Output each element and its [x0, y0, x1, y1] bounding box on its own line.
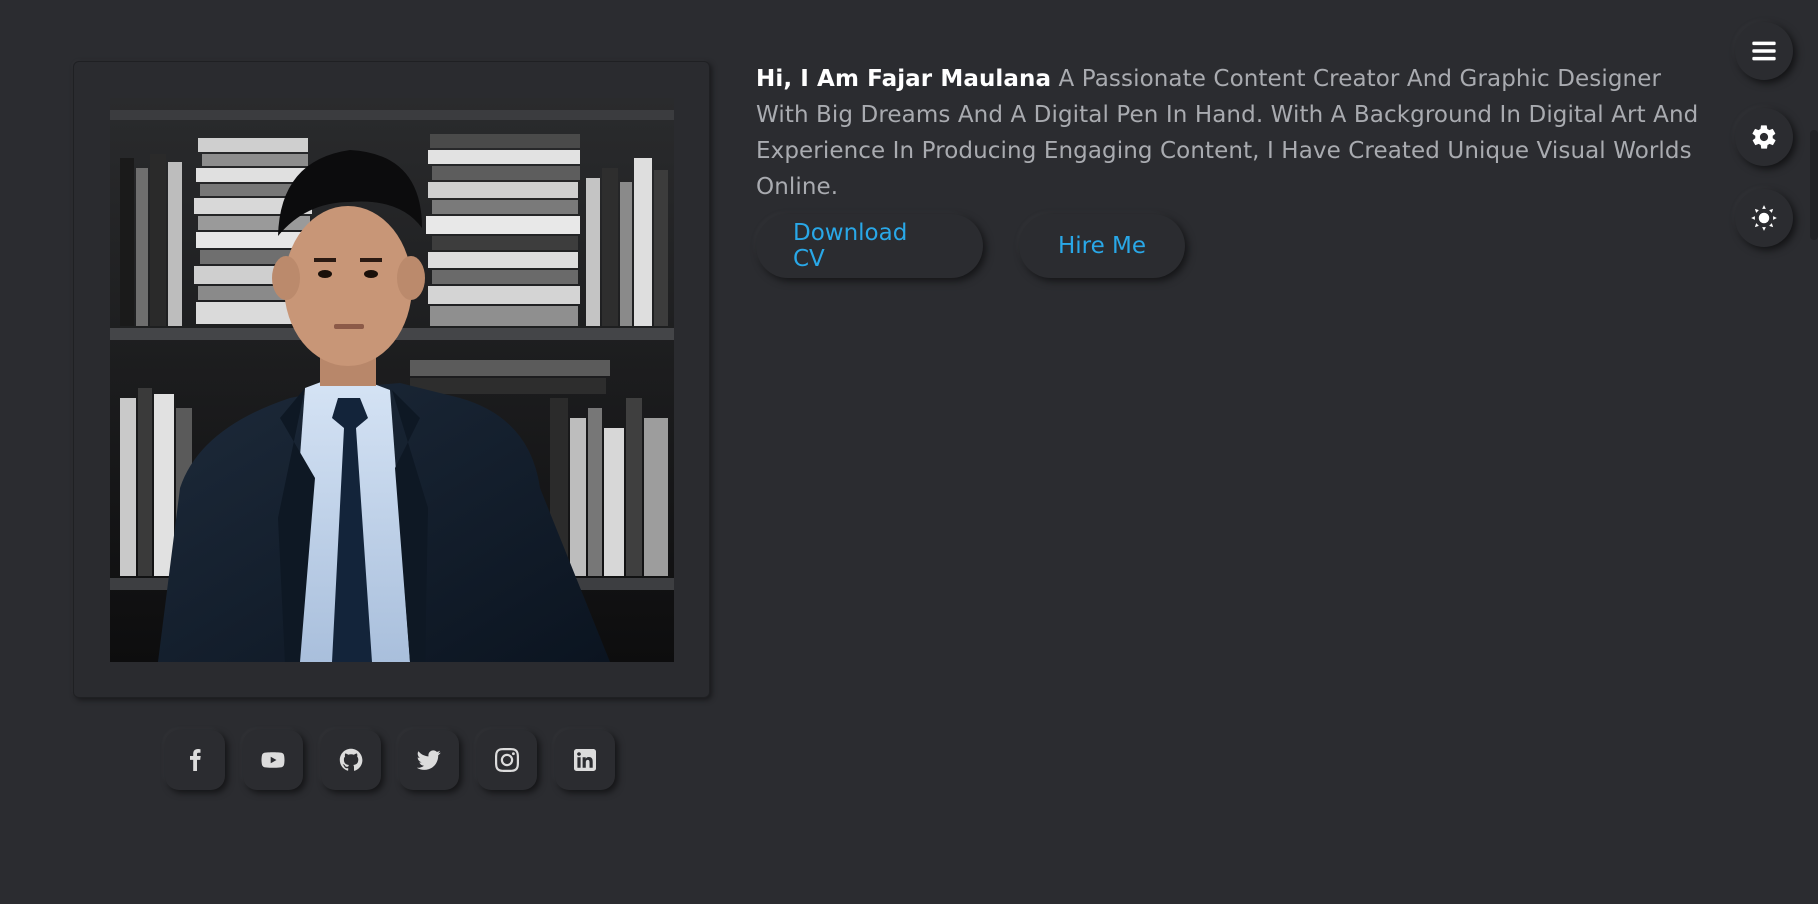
facebook-link[interactable] — [165, 730, 225, 790]
portfolio-page: Hi, I Am Fajar Maulana A Passionate Cont… — [0, 0, 1818, 904]
settings-button[interactable] — [1735, 108, 1793, 166]
theme-sun-icon — [1751, 205, 1777, 231]
menu-icon — [1752, 41, 1776, 61]
download-cv-button[interactable]: Download CV — [756, 214, 983, 278]
menu-button[interactable] — [1735, 22, 1793, 80]
hire-me-button[interactable]: Hire Me — [1019, 214, 1185, 278]
social-links — [165, 730, 615, 790]
youtube-link[interactable] — [243, 730, 303, 790]
action-buttons: Download CV Hire Me — [756, 214, 1185, 278]
youtube-icon — [261, 752, 285, 768]
instagram-icon — [495, 748, 519, 772]
instagram-link[interactable] — [477, 730, 537, 790]
profile-photo-frame — [73, 61, 710, 698]
github-link[interactable] — [321, 730, 381, 790]
twitter-icon — [417, 750, 441, 770]
github-icon — [339, 748, 363, 771]
linkedin-link[interactable] — [555, 730, 615, 790]
facebook-icon — [190, 749, 201, 771]
linkedin-icon — [574, 749, 596, 771]
scrollbar[interactable] — [1810, 130, 1818, 240]
settings-gear-icon — [1752, 125, 1776, 149]
theme-toggle-button[interactable] — [1735, 189, 1793, 247]
profile-photo — [110, 98, 674, 662]
intro-name: Hi, I Am Fajar Maulana — [756, 66, 1052, 92]
intro-paragraph: Hi, I Am Fajar Maulana A Passionate Cont… — [756, 61, 1716, 205]
twitter-link[interactable] — [399, 730, 459, 790]
